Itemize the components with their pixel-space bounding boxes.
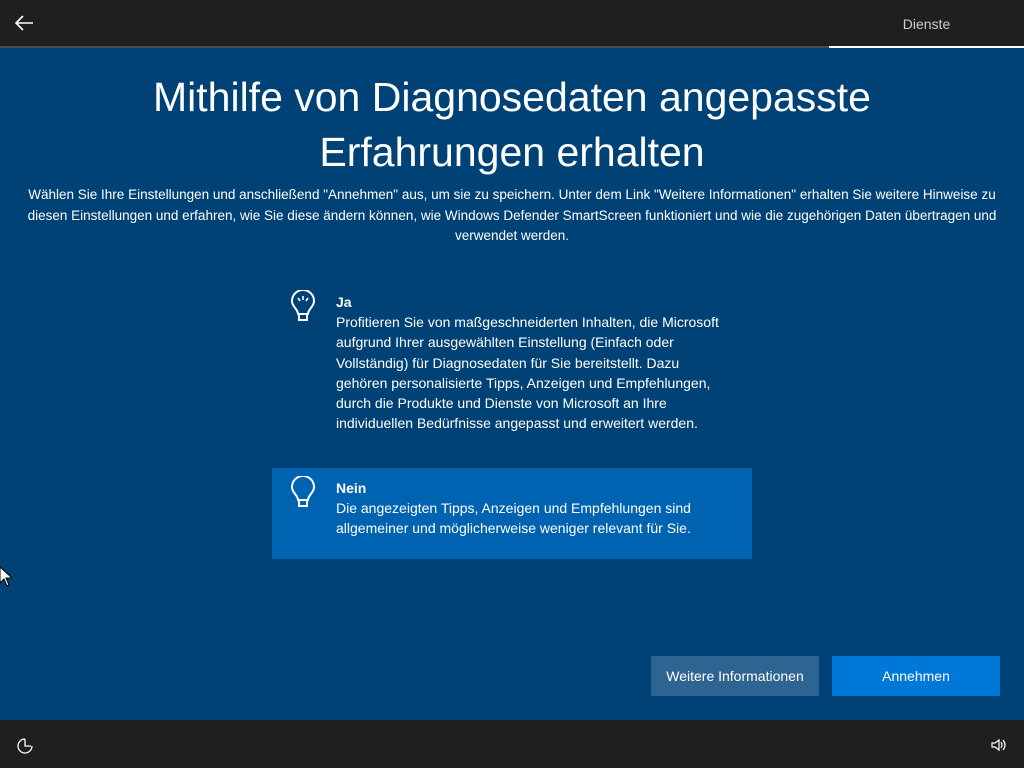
lightbulb-off-icon <box>290 476 316 507</box>
bottom-bar <box>0 720 1024 768</box>
top-bar: Dienste <box>0 0 1024 46</box>
volume-icon[interactable] <box>990 737 1006 753</box>
step-label: Dienste <box>902 16 951 32</box>
option-label: Ja <box>336 294 352 310</box>
progress-fill <box>829 46 1024 48</box>
mouse-cursor-icon <box>0 567 12 587</box>
accept-button[interactable]: Annehmen <box>832 656 1000 696</box>
lightbulb-on-icon <box>290 290 316 321</box>
progress-bar <box>0 46 1024 48</box>
option-text: Profitieren Sie von maßgeschneiderten In… <box>336 314 719 432</box>
option-ja[interactable]: Ja Profitieren Sie von maßgeschneiderten… <box>272 282 752 443</box>
option-text: Die angezeigten Tipps, Anzeigen und Empf… <box>336 500 691 537</box>
page-title: Mithilfe von Diagnosedaten angepasste Er… <box>153 74 871 175</box>
option-label: Nein <box>336 480 367 496</box>
more-info-button[interactable]: Weitere Informationen <box>651 656 819 696</box>
page-description: Wählen Sie Ihre Einstellungen und anschl… <box>27 187 997 243</box>
ease-of-access-icon[interactable] <box>16 736 34 754</box>
back-arrow-icon[interactable] <box>12 11 36 35</box>
option-nein[interactable]: Nein Die angezeigten Tipps, Anzeigen und… <box>272 468 752 559</box>
